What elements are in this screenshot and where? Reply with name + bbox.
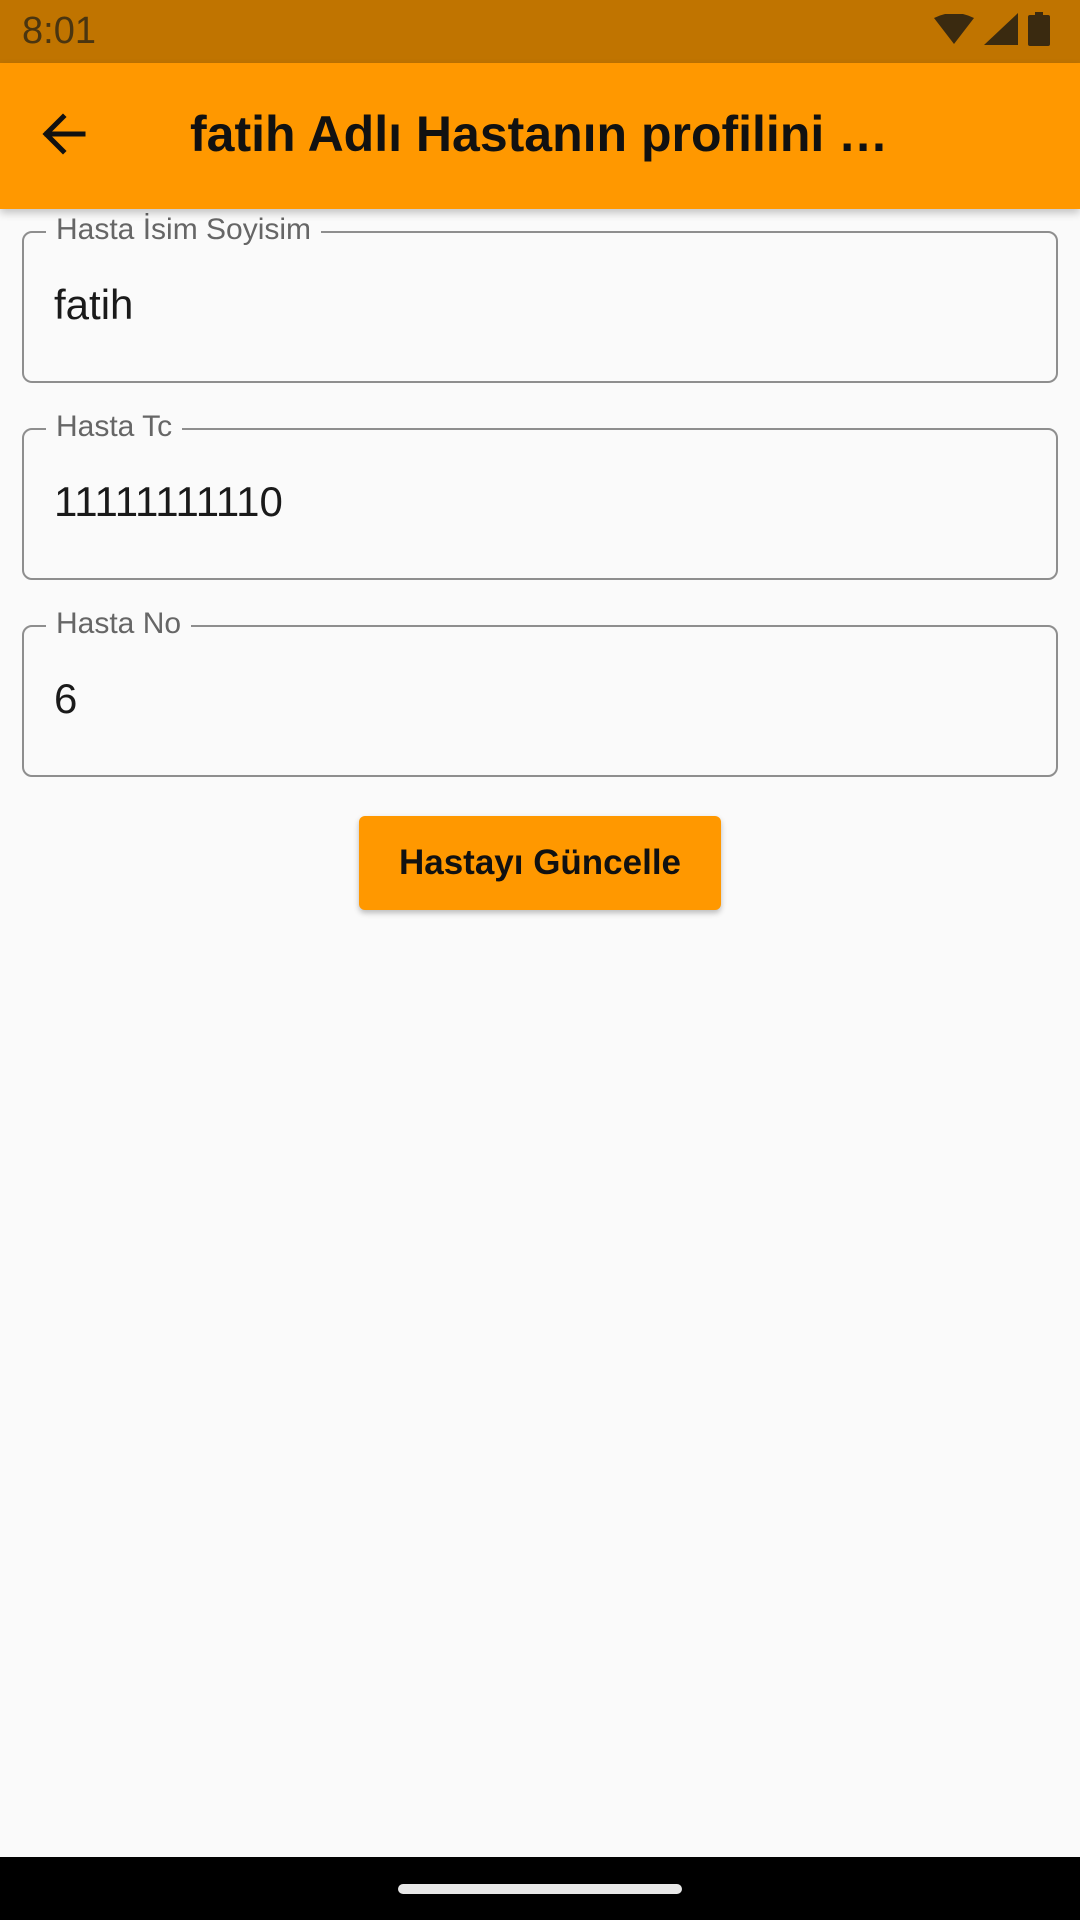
update-patient-button[interactable]: Hastayı Güncelle [359,816,721,910]
status-bar: 8:01 [0,0,1080,63]
home-handle[interactable] [398,1884,682,1894]
patient-name-field[interactable]: Hasta İsim Soyisim [22,211,1058,383]
patient-tc-input[interactable] [54,478,1014,526]
status-icons [934,11,1050,51]
patient-no-label: Hasta No [46,605,192,643]
navigation-bar [0,1857,1080,1920]
signal-icon [984,12,1018,50]
status-time: 8:01 [22,10,96,52]
patient-name-label: Hasta İsim Soyisim [46,211,322,249]
arrow-left-icon [39,109,89,164]
patient-name-input[interactable] [54,281,1014,329]
patient-no-input[interactable] [54,675,1014,723]
patient-tc-label: Hasta Tc [46,408,183,446]
app-bar: fatih Adlı Hastanın profilini düzenle [0,63,1080,209]
battery-icon [1028,11,1050,51]
wifi-icon [934,12,974,49]
patient-tc-field[interactable]: Hasta Tc [22,408,1058,580]
page-title: fatih Adlı Hastanın profilini düzenle [190,106,890,162]
patient-no-field[interactable]: Hasta No [22,605,1058,777]
back-button[interactable] [30,102,98,170]
